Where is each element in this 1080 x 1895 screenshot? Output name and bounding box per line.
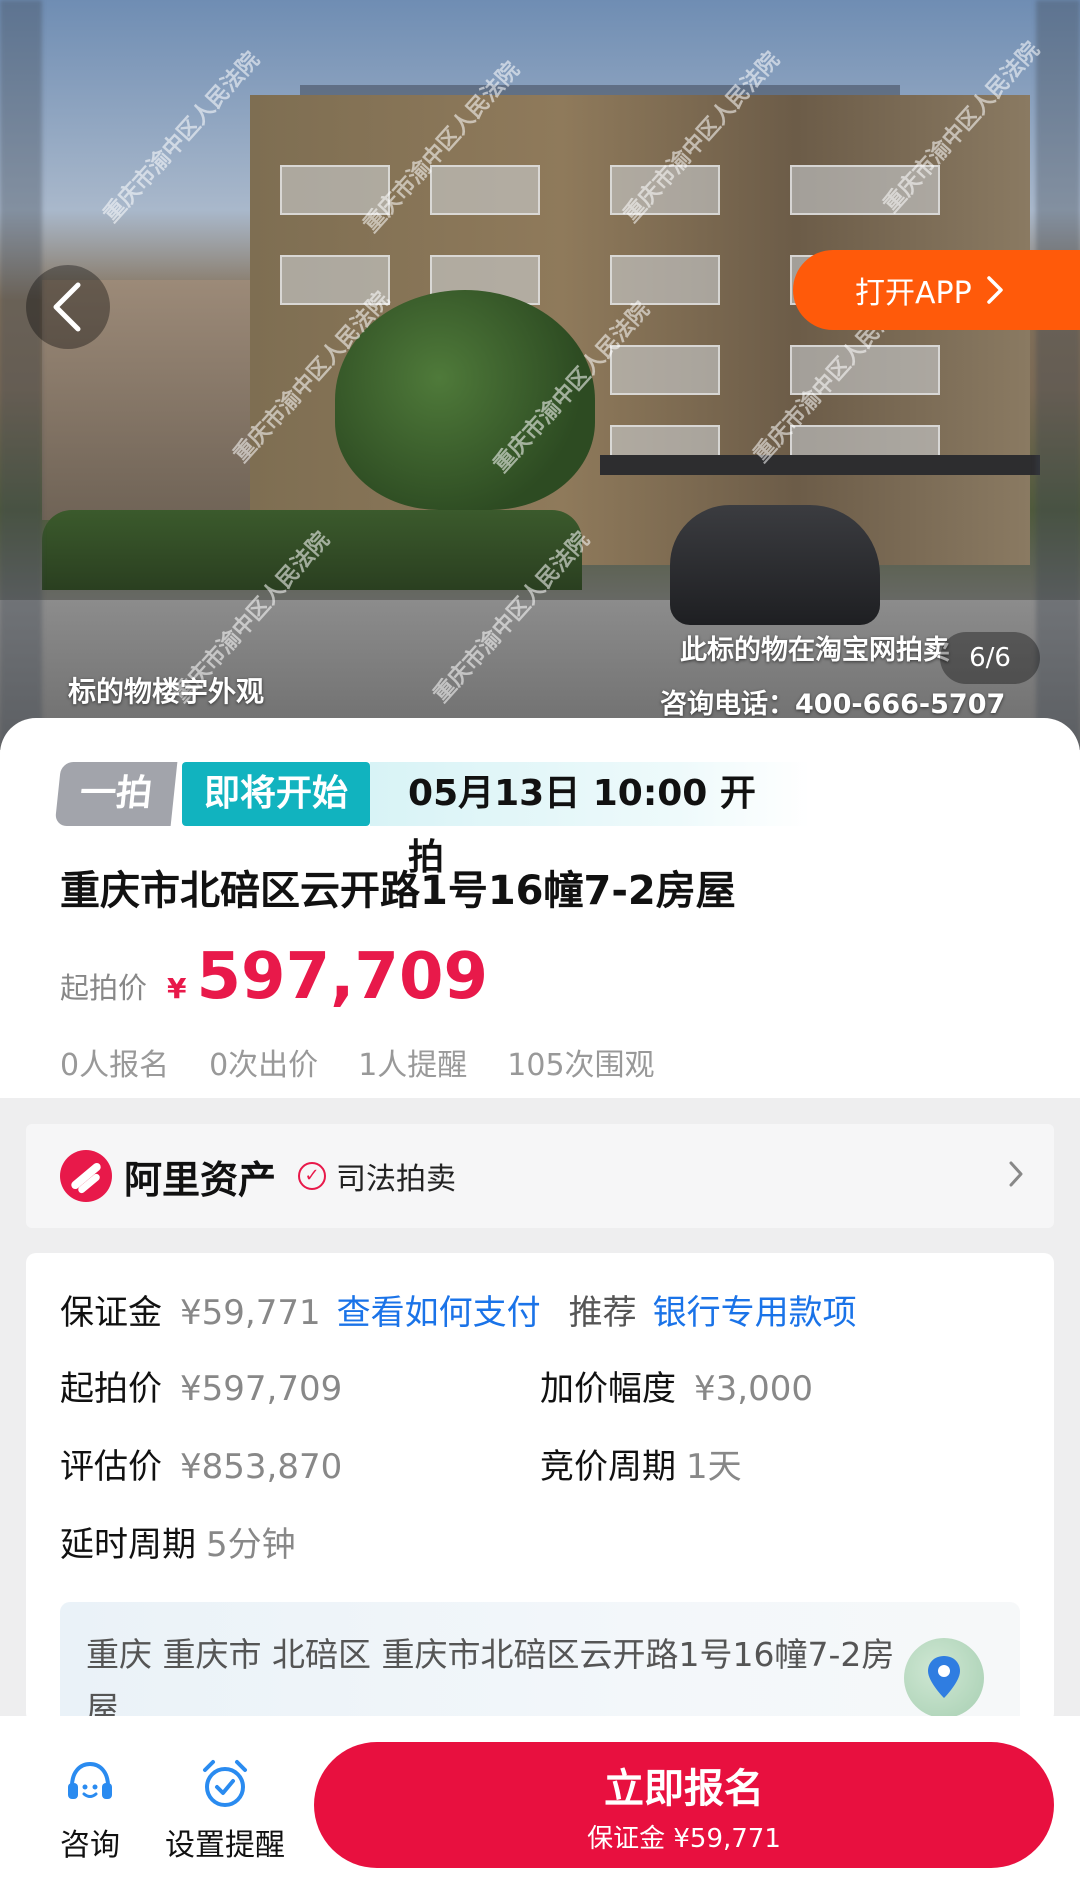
appraisal-label: 评估价: [60, 1447, 162, 1487]
bid-period-label: 竞价周期: [540, 1447, 676, 1487]
consult-label: 咨询: [60, 1828, 120, 1863]
chevron-left-icon: [53, 282, 81, 332]
open-app-label: 打开APP: [855, 276, 972, 311]
map-pin-icon: [904, 1638, 984, 1718]
round-tag: 一拍: [54, 762, 178, 826]
status-tag: 即将开始: [182, 762, 371, 826]
chevron-right-icon: [1009, 1161, 1023, 1187]
image-counter: 6/6: [940, 632, 1040, 684]
back-button[interactable]: [26, 265, 110, 349]
deposit-row: 保证金 ¥59,771 查看如何支付 推荐 银行专用款项: [60, 1285, 857, 1334]
start-time: 05月13日 10:00 开拍: [370, 762, 811, 878]
recommend-label: 推荐: [568, 1293, 637, 1333]
window: [610, 345, 720, 395]
deposit-label: 保证金: [60, 1293, 162, 1333]
consult-button[interactable]: 咨询: [56, 1756, 124, 1864]
hero-left-edge: [0, 0, 42, 750]
check-circle-icon: ✓: [298, 1162, 327, 1190]
image-caption: 标的物楼宇外观: [68, 675, 265, 708]
ali-asset-logo-icon: [60, 1150, 112, 1202]
bid-count: 0次出价: [209, 1048, 319, 1083]
hero-image[interactable]: 重庆市渝中区人民法院 重庆市渝中区人民法院 重庆市渝中区人民法院 重庆市渝中区人…: [0, 0, 1080, 750]
currency-symbol: ¥: [167, 972, 187, 1005]
increment-label: 加价幅度: [540, 1369, 676, 1409]
bid-period-value: 1天: [686, 1447, 742, 1487]
page-title: 重庆市北碚区云开路1号16幢7-2房屋: [60, 868, 736, 914]
signup-label: 立即报名: [604, 1766, 764, 1812]
set-reminder-button[interactable]: 设置提醒: [160, 1756, 290, 1864]
open-app-button[interactable]: 打开APP: [793, 250, 1080, 330]
view-count: 105次围观: [507, 1048, 655, 1083]
judicial-auction-badge: ✓ 司法拍卖: [298, 1154, 456, 1198]
auction-status-row: 一拍 即将开始 05月13日 10:00 开拍: [54, 762, 811, 878]
deposit-value: ¥59,771: [180, 1293, 321, 1333]
increment-row: 加价幅度 ¥3,000: [540, 1361, 813, 1410]
signup-deposit: 保证金 ¥59,771: [587, 1824, 781, 1854]
delay-value: 5分钟: [206, 1525, 296, 1565]
auction-stats: 0人报名 0次出价 1人提醒 105次围观: [60, 1040, 655, 1084]
platform-notice: 此标的物在淘宝网拍卖: [680, 635, 950, 666]
bank-payment-link[interactable]: 银行专用款项: [653, 1293, 857, 1333]
customer-service-icon: [68, 1761, 112, 1799]
consult-phone: 咨询电话：400-666-5707: [660, 689, 1006, 720]
appraisal-row: 评估价 ¥853,870: [60, 1439, 342, 1488]
window: [430, 165, 540, 215]
start-price-row: 起拍价 ¥597,709: [60, 1361, 342, 1410]
reminder-count: 1人提醒: [358, 1048, 468, 1083]
asset-provider-bar[interactable]: 阿里资产 ✓ 司法拍卖: [26, 1124, 1054, 1228]
auction-details-card: 保证金 ¥59,771 查看如何支付 推荐 银行专用款项 起拍价 ¥597,709 加价幅…: [26, 1253, 1054, 1762]
start-price-label: 起拍价: [60, 1369, 162, 1409]
chevron-right-icon: [986, 276, 1003, 304]
signup-count: 0人报名: [60, 1048, 170, 1083]
appraisal-value: ¥853,870: [180, 1447, 343, 1487]
signup-button[interactable]: 立即报名 保证金 ¥59,771: [314, 1742, 1054, 1868]
hero-right-edge: [1036, 0, 1080, 750]
car: [670, 505, 880, 625]
price-value: 597,709: [196, 940, 489, 1014]
reminder-label: 设置提醒: [165, 1828, 285, 1863]
bottom-action-bar: 咨询 设置提醒 立即报名 保证金 ¥59,771: [0, 1716, 1080, 1895]
bid-period-row: 竞价周期 1天: [540, 1439, 742, 1488]
start-price-value: ¥597,709: [180, 1369, 343, 1409]
price-label: 起拍价: [60, 971, 148, 1005]
start-price: 起拍价 ¥ 597,709: [60, 940, 488, 1014]
delay-label: 延时周期: [60, 1525, 196, 1565]
alarm-clock-icon: [203, 1760, 247, 1807]
delay-period-row: 延时周期 5分钟: [60, 1517, 296, 1566]
category-label: 司法拍卖: [336, 1162, 457, 1197]
provider-name: 阿里资产: [124, 1157, 277, 1202]
increment-value: ¥3,000: [694, 1369, 813, 1409]
how-to-pay-link[interactable]: 查看如何支付: [337, 1293, 541, 1333]
carport-roof: [600, 455, 1040, 475]
